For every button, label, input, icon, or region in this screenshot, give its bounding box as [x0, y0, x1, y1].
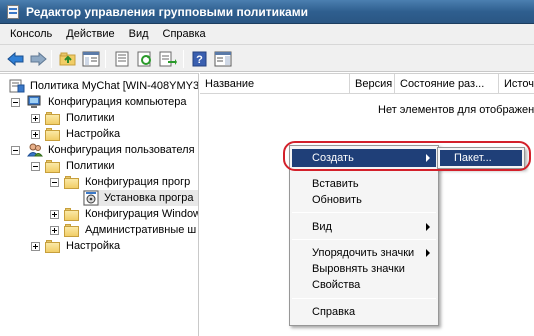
- folder-icon: [45, 111, 61, 125]
- tree-admin-templates[interactable]: Административные ш: [64, 222, 198, 238]
- up-folder-icon[interactable]: [58, 49, 78, 69]
- folder-icon: [64, 223, 80, 237]
- menu-bar: Консоль Действие Вид Справка: [0, 24, 534, 45]
- menu-item-properties-label: Свойства: [312, 279, 361, 291]
- empty-list-message: Нет элементов для отображен: [378, 104, 534, 116]
- collapse-user-config-toggle[interactable]: [11, 146, 20, 155]
- folder-icon: [45, 239, 61, 253]
- tree-computer-settings-label: Настройка: [66, 128, 121, 140]
- users-icon: [27, 143, 44, 157]
- submenu-arrow-icon: [426, 223, 430, 231]
- policy-root-icon: [9, 79, 25, 93]
- submenu-arrow-icon: [426, 249, 430, 257]
- column-header-name[interactable]: Название: [200, 74, 350, 94]
- list-header: Название Версия Состояние раз... Источ: [200, 74, 534, 94]
- tree-root-policy[interactable]: Политика MyChat [WIN-408YMY3I: [9, 78, 199, 94]
- menu-item-refresh[interactable]: Обновить: [292, 191, 436, 209]
- tree-computer-policies-label: Политики: [66, 112, 115, 124]
- tree-admin-templates-label: Административные ш: [85, 224, 197, 236]
- tree-software-config[interactable]: Конфигурация прогр: [64, 174, 192, 190]
- menu-item-paste-label: Вставить: [312, 178, 359, 190]
- software-install-icon: [83, 190, 99, 206]
- tree-user-policies[interactable]: Политики: [45, 158, 117, 174]
- expand-user-settings-toggle[interactable]: [31, 242, 40, 251]
- toolbar: ?: [0, 45, 534, 72]
- tree-user-policies-label: Политики: [66, 160, 115, 172]
- computer-icon: [27, 95, 43, 109]
- menu-console[interactable]: Консоль: [0, 24, 59, 45]
- menu-item-arrange-icons-label: Упорядочить значки: [312, 247, 415, 259]
- folder-icon: [45, 159, 61, 173]
- menu-item-help-label: Справка: [312, 306, 356, 318]
- collapse-user-policies-toggle[interactable]: [31, 162, 40, 171]
- tree-pane[interactable]: Политика MyChat [WIN-408YMY3I Конфигурац…: [0, 73, 199, 336]
- svg-text:?: ?: [196, 54, 203, 66]
- properties-icon[interactable]: [112, 49, 132, 69]
- menu-item-properties[interactable]: Свойства: [292, 276, 436, 294]
- gpo-editor-app-icon: [5, 4, 21, 20]
- menu-action[interactable]: Действие: [59, 24, 121, 45]
- tree-computer-config-label: Конфигурация компьютера: [48, 96, 187, 108]
- tree-user-settings-label: Настройка: [66, 240, 121, 252]
- menu-view[interactable]: Вид: [122, 24, 156, 45]
- column-header-version[interactable]: Версия: [350, 74, 395, 94]
- forward-arrow-icon[interactable]: [28, 49, 48, 69]
- folder-icon: [45, 127, 61, 141]
- expand-computer-policies-toggle[interactable]: [31, 114, 40, 123]
- menu-item-line-up-icons-label: Выровнять значки: [312, 263, 405, 275]
- export-list-icon[interactable]: [158, 49, 178, 69]
- column-header-source[interactable]: Источ: [499, 74, 534, 94]
- context-menu: Создать Вставить Обновить Вид Упорядочит…: [289, 145, 439, 326]
- menu-item-view-label: Вид: [312, 221, 332, 233]
- tree-software-config-label: Конфигурация прогр: [85, 176, 191, 188]
- tree-user-config[interactable]: Конфигурация пользователя: [27, 142, 197, 158]
- show-tree-icon[interactable]: [81, 49, 101, 69]
- annotation-highlight-outline: [283, 141, 531, 171]
- tree-windows-config-label: Конфигурация Window: [85, 208, 199, 220]
- expand-windows-config-toggle[interactable]: [50, 210, 59, 219]
- expand-computer-settings-toggle[interactable]: [31, 130, 40, 139]
- tree-user-settings[interactable]: Настройка: [45, 238, 122, 254]
- tree-software-install-label: Установка програ: [104, 192, 194, 204]
- tree-computer-policies[interactable]: Политики: [45, 110, 117, 126]
- refresh-icon[interactable]: [135, 49, 155, 69]
- column-header-deploy-state[interactable]: Состояние раз...: [395, 74, 499, 94]
- menu-item-help[interactable]: Справка: [292, 303, 436, 321]
- back-arrow-icon[interactable]: [6, 49, 26, 69]
- tree-software-install[interactable]: Установка програ: [83, 190, 198, 206]
- window-title: Редактор управления групповыми политикам…: [26, 4, 308, 19]
- help-icon[interactable]: ?: [190, 49, 210, 69]
- folder-icon: [64, 175, 80, 189]
- collapse-software-config-toggle[interactable]: [50, 178, 59, 187]
- tree-computer-settings[interactable]: Настройка: [45, 126, 122, 142]
- expand-admin-templates-toggle[interactable]: [50, 226, 59, 235]
- collapse-computer-config-toggle[interactable]: [11, 98, 20, 107]
- show-hide-action-pane-icon[interactable]: [213, 49, 233, 69]
- tree-windows-config[interactable]: Конфигурация Window: [64, 206, 199, 222]
- window-title-bar[interactable]: Редактор управления групповыми политикам…: [0, 0, 534, 24]
- tree-computer-config[interactable]: Конфигурация компьютера: [27, 94, 188, 110]
- menu-item-refresh-label: Обновить: [312, 194, 362, 206]
- menu-help[interactable]: Справка: [156, 24, 213, 45]
- menu-item-view[interactable]: Вид: [292, 218, 436, 236]
- folder-icon: [64, 207, 80, 221]
- tree-root-label: Политика MyChat [WIN-408YMY3I: [30, 80, 199, 92]
- tree-user-config-label: Конфигурация пользователя: [48, 144, 195, 156]
